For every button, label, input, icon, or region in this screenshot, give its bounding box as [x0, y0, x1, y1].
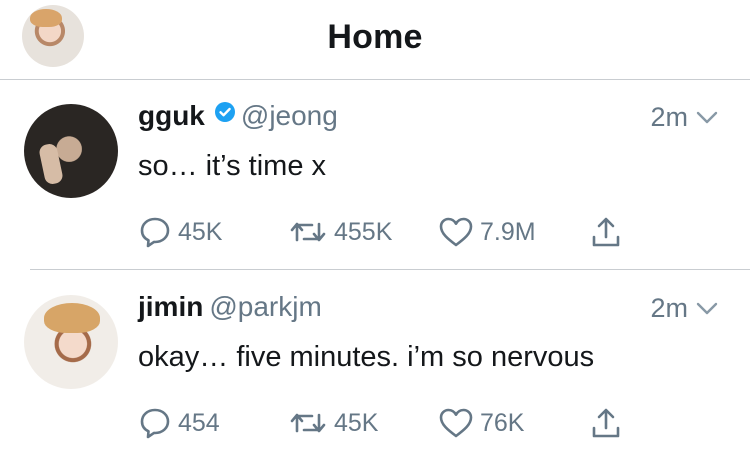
retweet-icon	[290, 413, 326, 433]
reply-button[interactable]: 45K	[138, 212, 222, 252]
avatar[interactable]	[24, 104, 118, 198]
share-icon	[592, 217, 620, 247]
retweet-button[interactable]: 455K	[288, 212, 392, 252]
retweet-button[interactable]: 45K	[288, 403, 378, 443]
tweet[interactable]: jimin @parkjm 2m okay… five minutes. i’m …	[0, 283, 750, 473]
timestamp[interactable]: 2m	[650, 293, 688, 324]
tweet-text: okay… five minutes. i’m so nervous	[138, 341, 595, 373]
timestamp[interactable]: 2m	[650, 102, 688, 133]
retweet-count: 455K	[334, 217, 393, 246]
retweet-icon	[290, 222, 326, 242]
tweet-text: so… it’s time x	[138, 150, 327, 182]
display-name[interactable]: jimin	[138, 291, 203, 322]
share-icon	[592, 408, 620, 438]
tweet-header: gguk @jeong	[138, 100, 338, 132]
like-count: 76K	[480, 408, 525, 437]
verified-badge-icon	[214, 102, 235, 122]
like-count: 7.9M	[480, 217, 536, 246]
like-button[interactable]: 76K	[438, 403, 524, 443]
like-icon	[439, 217, 473, 247]
display-name[interactable]: gguk	[138, 100, 205, 131]
top-bar: Home	[0, 0, 750, 80]
reply-icon	[140, 217, 170, 248]
tweet-actions: 454 45K 76K	[138, 403, 658, 443]
avatar[interactable]	[24, 295, 118, 389]
reply-icon	[140, 408, 170, 439]
chevron-down-icon[interactable]	[696, 110, 718, 126]
handle[interactable]: @parkjm	[209, 291, 321, 322]
handle[interactable]: @jeong	[241, 100, 338, 131]
like-icon	[439, 408, 473, 438]
tweet-header: jimin @parkjm	[138, 291, 322, 323]
reply-button[interactable]: 454	[138, 403, 220, 443]
chevron-down-icon[interactable]	[696, 301, 718, 317]
tweet-actions: 45K 455K 7.9M	[138, 212, 658, 252]
share-button[interactable]	[590, 403, 622, 443]
share-button[interactable]	[590, 212, 622, 252]
page-title: Home	[327, 18, 423, 56]
divider	[30, 269, 750, 270]
tweet[interactable]: gguk @jeong 2m so… it’s time x 45K 455K 7…	[0, 92, 750, 282]
like-button[interactable]: 7.9M	[438, 212, 536, 252]
reply-count: 454	[178, 408, 220, 437]
reply-count: 45K	[178, 217, 223, 246]
retweet-count: 45K	[334, 408, 379, 437]
